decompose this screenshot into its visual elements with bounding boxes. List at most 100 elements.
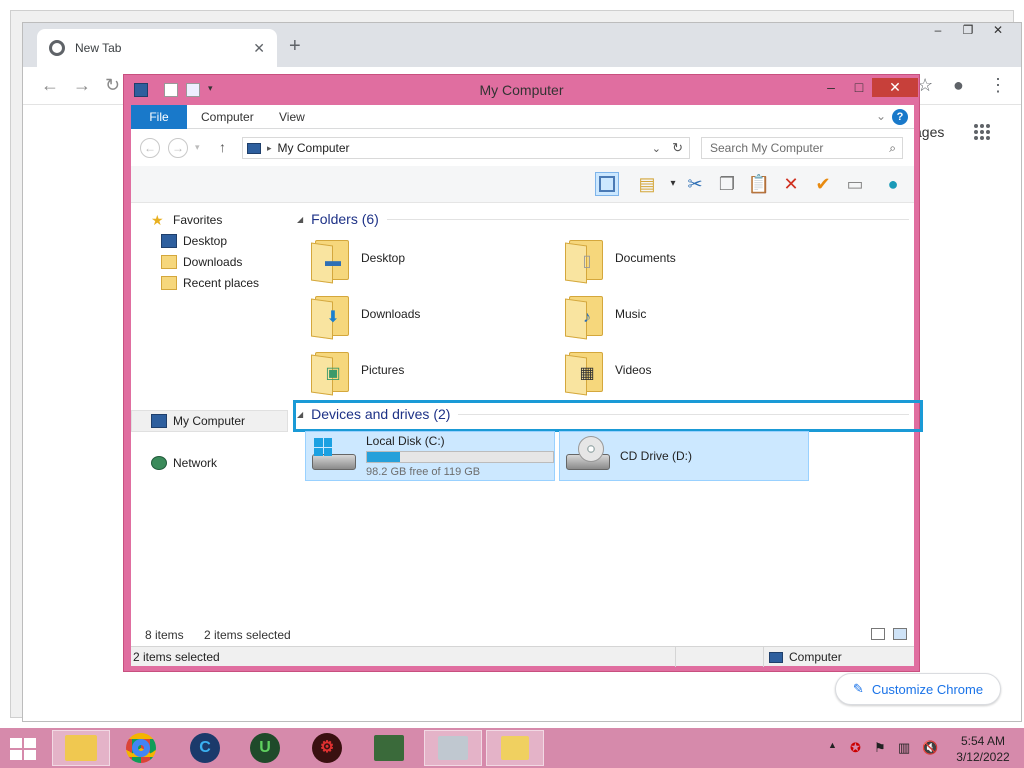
minimize-button[interactable]: – xyxy=(816,78,846,97)
google-apps-icon[interactable] xyxy=(974,124,990,140)
taskbar: C U ⚙ ▲ ✪ ⚑ ▥ 🔇 5:54 AM 3/12/2022 xyxy=(0,728,1024,768)
desktop-icon xyxy=(161,234,177,248)
command-toolbar: ▤ ▾ ✂ ❐ 📋 ✕ ✔ ▭ ● xyxy=(131,166,914,203)
tab-view[interactable]: View xyxy=(265,105,319,129)
folder-videos[interactable]: ▦ Videos xyxy=(565,344,805,396)
breadcrumb-separator-icon[interactable]: ▸ xyxy=(267,143,272,154)
drive-usage-fill xyxy=(367,452,400,462)
delete-icon[interactable]: ✕ xyxy=(779,172,803,196)
maximize-button[interactable]: □ xyxy=(844,78,874,97)
collapse-triangle-icon[interactable]: ◢ xyxy=(297,215,303,224)
tray-app-icon[interactable]: ✪ xyxy=(850,740,861,756)
nav-network[interactable]: Network xyxy=(151,453,217,473)
recent-places-icon xyxy=(161,276,177,290)
globe-icon[interactable]: ● xyxy=(881,172,905,196)
nav-downloads-label: Downloads xyxy=(183,255,243,269)
nav-downloads[interactable]: Downloads xyxy=(161,252,242,272)
computer-icon xyxy=(769,652,783,663)
folder-downloads[interactable]: ⬇ Downloads xyxy=(311,288,551,340)
desktop-folder-icon: ▬ xyxy=(311,234,353,284)
window-app-icon xyxy=(374,735,404,761)
reload-icon[interactable]: ↻ xyxy=(105,75,120,96)
refresh-icon[interactable]: ↻ xyxy=(672,140,683,156)
taskbar-app-window[interactable] xyxy=(360,730,418,766)
folder-desktop[interactable]: ▬ Desktop xyxy=(311,232,551,284)
large-icons-view-icon[interactable] xyxy=(893,628,907,640)
chrome-close-button[interactable]: ✕ xyxy=(983,23,1013,43)
paste-icon[interactable]: 📋 xyxy=(747,172,771,196)
tab-close-icon[interactable]: ✕ xyxy=(253,40,265,57)
copy-icon[interactable]: ❐ xyxy=(715,172,739,196)
customize-chrome-button[interactable]: ✎ Customize Chrome xyxy=(835,673,1001,705)
checkmark-icon[interactable]: ✔ xyxy=(811,172,835,196)
details-view-icon[interactable] xyxy=(871,628,885,640)
folders-group-header[interactable]: ◢ Folders (6) xyxy=(297,208,909,230)
status-divider xyxy=(763,647,764,667)
new-tab-button[interactable]: + xyxy=(289,35,301,58)
properties-folder-icon[interactable]: ▤ xyxy=(635,172,659,196)
chrome-minimize-button[interactable]: – xyxy=(923,23,953,43)
search-input[interactable]: Search My Computer ⌕ xyxy=(701,137,903,159)
help-icon[interactable]: ? xyxy=(892,109,908,125)
tab-file[interactable]: File xyxy=(131,105,187,129)
status-selected: 2 items selected xyxy=(133,650,220,664)
back-button[interactable]: ← xyxy=(140,138,160,158)
taskbar-chrome[interactable] xyxy=(112,730,170,766)
drive-name: CD Drive (D:) xyxy=(620,449,692,463)
profile-avatar-icon[interactable]: ● xyxy=(953,75,964,96)
chrome-tabstrip: New Tab ✕ + – ❐ ✕ xyxy=(23,23,1021,67)
clock[interactable]: 5:54 AM 3/12/2022 xyxy=(950,733,1016,765)
flag-icon[interactable]: ⚑ xyxy=(874,740,886,756)
forward-button[interactable]: → xyxy=(168,138,188,158)
highlight-box xyxy=(293,400,923,432)
star-icon: ★ xyxy=(151,212,164,228)
taskbar-app-u[interactable]: U xyxy=(236,730,294,766)
back-arrow-icon[interactable]: ← xyxy=(41,75,59,96)
recent-locations-icon[interactable]: ▾ xyxy=(195,142,200,153)
up-arrow-icon[interactable]: ↑ xyxy=(219,139,226,155)
taskbar-app-network[interactable] xyxy=(486,730,544,766)
dropdown-arrow-icon[interactable]: ▾ xyxy=(661,172,685,196)
folder-name: Music xyxy=(615,307,647,321)
nav-favorites[interactable]: ★ Favorites xyxy=(151,210,222,230)
chrome-restore-button[interactable]: ❐ xyxy=(953,23,983,43)
start-button[interactable] xyxy=(10,738,36,760)
pictures-folder-icon: ▣ xyxy=(311,346,353,396)
address-row: ← → ▾ ↑ ▸ My Computer ⌄ ↻ Search My Comp… xyxy=(131,130,914,166)
status-row: 8 items 2 items selected xyxy=(131,624,914,644)
nav-recent-places[interactable]: Recent places xyxy=(161,273,259,293)
red-gear-icon: ⚙ xyxy=(312,733,342,763)
forward-arrow-icon[interactable]: → xyxy=(73,75,91,96)
volume-muted-icon[interactable]: 🔇 xyxy=(922,740,938,756)
tab-computer[interactable]: Computer xyxy=(187,105,268,129)
explorer-titlebar[interactable]: ▾ My Computer – □ ✕ xyxy=(124,75,919,104)
search-icon[interactable]: ⌕ xyxy=(889,138,896,158)
taskbar-app-red[interactable]: ⚙ xyxy=(298,730,356,766)
breadcrumb-location[interactable]: My Computer xyxy=(278,141,350,155)
folder-pictures[interactable]: ▣ Pictures xyxy=(311,344,551,396)
chrome-tab-new-tab[interactable]: New Tab ✕ xyxy=(37,29,277,67)
folder-documents[interactable]: ▯ Documents xyxy=(565,232,805,284)
cut-icon[interactable]: ✂ xyxy=(683,172,707,196)
preview-pane-icon[interactable] xyxy=(595,172,619,196)
taskbar-app-monitor[interactable] xyxy=(424,730,482,766)
rename-icon[interactable]: ▭ xyxy=(843,172,867,196)
taskbar-ccleaner[interactable]: C xyxy=(176,730,234,766)
ribbon-expand-icon[interactable]: ⌄ xyxy=(876,109,886,123)
address-bar[interactable]: ▸ My Computer ⌄ ↻ xyxy=(242,137,690,159)
network-tray-icon[interactable]: ▥ xyxy=(898,740,910,756)
customize-chrome-label: Customize Chrome xyxy=(871,681,984,697)
show-hidden-icons-icon[interactable]: ▲ xyxy=(828,740,837,750)
close-button[interactable]: ✕ xyxy=(872,78,918,97)
content-pane: ◢ Folders (6) ▬ Desktop ▯ Documents ⬇ Do… xyxy=(291,204,923,624)
nav-desktop[interactable]: Desktop xyxy=(161,231,227,251)
folder-music[interactable]: ♪ Music xyxy=(565,288,805,340)
drive-cd-d[interactable]: CD Drive (D:) xyxy=(559,431,809,481)
group-divider xyxy=(386,218,909,220)
taskbar-file-explorer[interactable] xyxy=(52,730,110,766)
chevron-down-icon[interactable]: ⌄ xyxy=(652,142,661,155)
nav-my-computer[interactable]: My Computer xyxy=(151,411,245,431)
drive-local-disk-c[interactable]: Local Disk (C:) 98.2 GB free of 119 GB xyxy=(305,431,555,481)
devices-group-header[interactable]: ◢ Devices and drives (2) xyxy=(293,400,923,432)
chrome-menu-icon[interactable]: ⋮ xyxy=(989,75,1007,96)
